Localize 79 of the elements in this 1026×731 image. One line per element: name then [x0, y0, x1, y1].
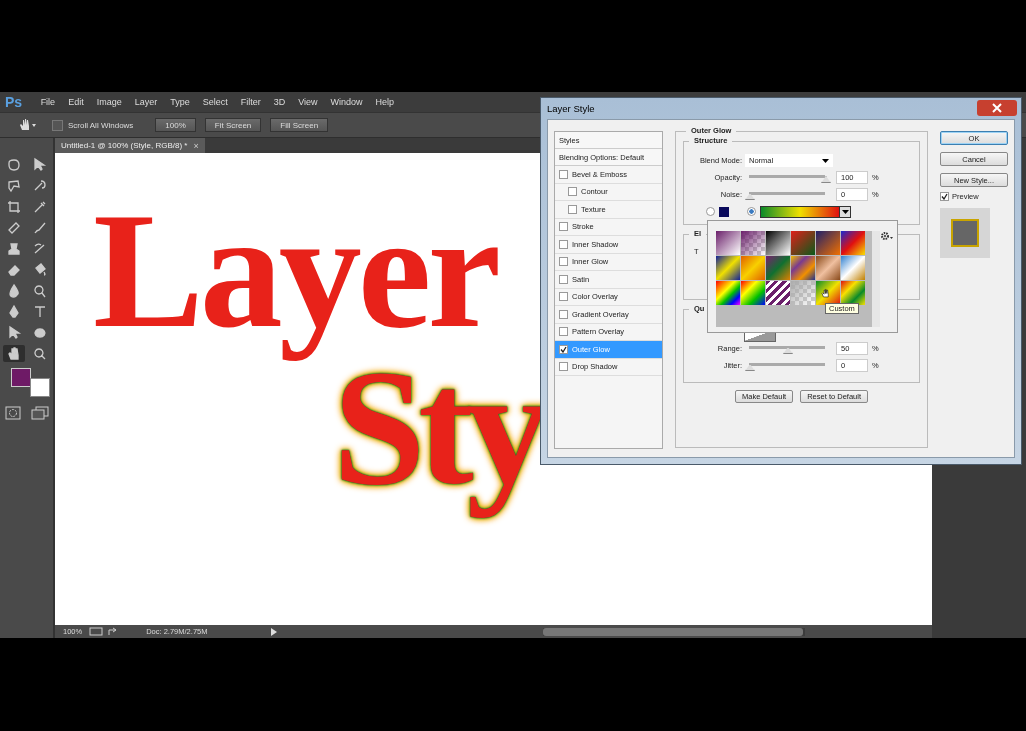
- menu-item[interactable]: Help: [369, 97, 401, 107]
- gradient-swatch[interactable]: [716, 256, 740, 280]
- background-color-swatch[interactable]: [29, 378, 50, 397]
- checkbox[interactable]: [559, 292, 568, 302]
- tool-button[interactable]: [2, 345, 25, 362]
- gradient-swatch[interactable]: [741, 231, 765, 255]
- gradient-swatch[interactable]: [791, 281, 815, 305]
- zoom-button[interactable]: 100%: [155, 118, 196, 132]
- gradient-swatch[interactable]: [766, 256, 790, 280]
- checkbox[interactable]: [940, 192, 949, 201]
- crop-icon: [5, 198, 22, 215]
- dropdown-arrow-icon: [822, 158, 829, 163]
- menu-item[interactable]: Window: [324, 97, 370, 107]
- menu-item[interactable]: Select: [196, 97, 235, 107]
- stamp-icon: [5, 240, 22, 257]
- menu-item[interactable]: View: [291, 97, 325, 107]
- gradient-swatch[interactable]: [741, 256, 765, 280]
- gradient-swatch[interactable]: [766, 281, 790, 305]
- menu-item[interactable]: Layer: [128, 97, 164, 107]
- menu-item[interactable]: Type: [163, 97, 197, 107]
- checkbox[interactable]: [559, 239, 568, 249]
- checkbox[interactable]: [559, 344, 568, 354]
- gradient-swatch[interactable]: [716, 281, 740, 305]
- slider-thumb[interactable]: [745, 193, 755, 200]
- gradient-swatch[interactable]: [791, 256, 815, 280]
- scrollbar[interactable]: [543, 627, 806, 636]
- checkbox[interactable]: [559, 222, 568, 232]
- checkbox[interactable]: [559, 309, 568, 319]
- gradient-swatch[interactable]: [841, 231, 865, 255]
- settings-icon[interactable]: [880, 231, 894, 241]
- menu-item[interactable]: File: [34, 97, 62, 107]
- gradient-swatch[interactable]: [741, 281, 765, 305]
- zoom-icon: [31, 345, 48, 362]
- checkbox[interactable]: [559, 362, 568, 372]
- gradient-swatch[interactable]: [816, 231, 840, 255]
- gradient-swatch[interactable]: [841, 256, 865, 280]
- lasso-icon: [5, 177, 22, 194]
- hand-icon[interactable]: [17, 117, 39, 133]
- radio-button[interactable]: [747, 207, 756, 216]
- menu-item[interactable]: Filter: [234, 97, 268, 107]
- menu-item[interactable]: Edit: [61, 97, 91, 107]
- scrollbar[interactable]: [872, 231, 880, 327]
- zoom-button[interactable]: Fit Screen: [204, 118, 262, 132]
- menu-item[interactable]: 3D: [267, 97, 292, 107]
- slider-thumb[interactable]: [745, 364, 755, 371]
- checkbox[interactable]: [559, 169, 568, 179]
- hand-cursor-icon: [820, 287, 831, 300]
- checkbox[interactable]: [568, 204, 577, 214]
- document-tab[interactable]: Untitled-1 @ 100% (Style, RGB/8) * ×: [55, 138, 205, 153]
- gradient-field[interactable]: [760, 205, 851, 218]
- dropdown-arrow-icon: [841, 209, 849, 214]
- foreground-color-swatch[interactable]: [10, 368, 31, 387]
- contour-preview[interactable]: [744, 332, 776, 342]
- radio-button[interactable]: [706, 207, 715, 216]
- close-icon[interactable]: [977, 100, 1017, 116]
- zoom-button[interactable]: Fill Screen: [270, 118, 329, 132]
- gradient-swatch[interactable]: [841, 281, 865, 305]
- screen-mode-icon[interactable]: [30, 406, 49, 420]
- checkbox[interactable]: [559, 274, 568, 284]
- dialog-title: Layer Style: [547, 102, 595, 114]
- checkbox-label: Scroll All Windows: [68, 120, 134, 130]
- checkbox[interactable]: [559, 327, 568, 337]
- marquee-icon: [5, 156, 22, 173]
- app-logo: Ps: [4, 94, 24, 110]
- glow-color-swatch[interactable]: [719, 206, 729, 217]
- slider-thumb[interactable]: [783, 347, 793, 354]
- style-preview: [940, 208, 990, 258]
- slider-thumb[interactable]: [821, 176, 831, 183]
- checkbox[interactable]: [568, 187, 577, 197]
- gradient-swatch[interactable]: [791, 231, 815, 255]
- quick-mask-icon[interactable]: [4, 406, 21, 420]
- checkbox[interactable]: [52, 119, 63, 131]
- gradient-swatch[interactable]: [716, 231, 740, 255]
- move-icon: [31, 156, 48, 173]
- play-icon[interactable]: [270, 627, 279, 636]
- gradient-swatch[interactable]: [766, 231, 790, 255]
- gradient-swatch[interactable]: [816, 256, 840, 280]
- menu-item[interactable]: Image: [90, 97, 129, 107]
- checkbox[interactable]: [559, 257, 568, 267]
